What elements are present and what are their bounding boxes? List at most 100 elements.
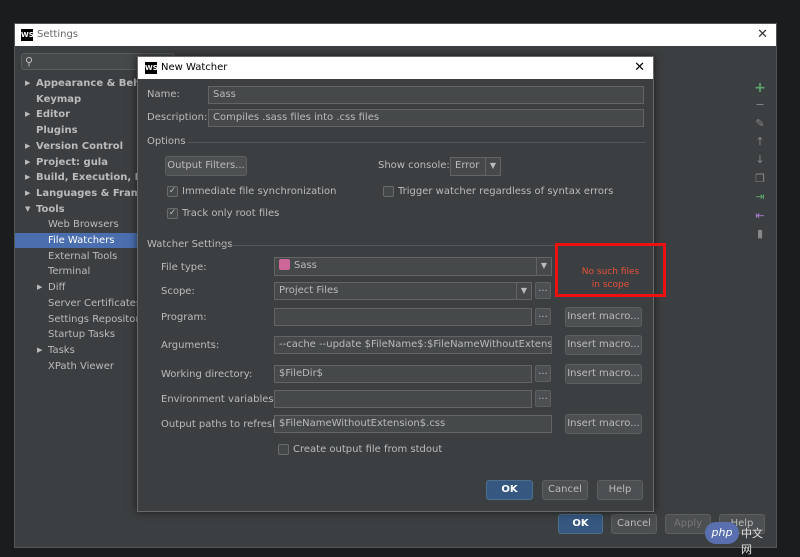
remove-icon[interactable]: − (753, 98, 767, 111)
program-field[interactable] (274, 308, 532, 326)
webstorm-logo-icon: WS (145, 62, 158, 74)
environment-variables-browse-button[interactable]: ... (535, 390, 551, 407)
working-directory-field[interactable]: $FileDir$ (274, 365, 532, 383)
close-icon[interactable]: ✕ (757, 27, 768, 42)
track-root-checkbox[interactable]: ✓ (167, 208, 178, 219)
tree-item-label: Project: gula (36, 156, 108, 168)
tree-item-label: Appearance & Behavior (36, 78, 139, 89)
tree-item-label: Startup Tasks (48, 329, 116, 341)
help-button[interactable]: Help (597, 480, 643, 500)
tree-item[interactable]: Keymap (15, 92, 139, 107)
tree-item[interactable]: Server Certificates (15, 296, 139, 311)
tree-item[interactable]: File Watchers (15, 233, 139, 248)
import-icon[interactable]: ⇥ (753, 190, 767, 203)
dialog-title: New Watcher (161, 62, 228, 73)
export-icon[interactable]: ⇤ (753, 209, 767, 222)
sass-file-icon (279, 259, 290, 270)
arguments-insert-macro-button[interactable]: Insert macro... (565, 335, 642, 355)
show-console-label: Show console: (378, 160, 450, 171)
tree-item[interactable]: ▶ Build, Execution, Deployment (15, 170, 139, 185)
tree-item[interactable]: ▶ Version Control (15, 139, 139, 154)
show-console-select[interactable]: Error ▼ (450, 157, 501, 176)
tree-item[interactable]: ▶ Tasks (15, 343, 139, 358)
file-type-value: Sass (294, 260, 317, 271)
file-type-label: File type: (161, 262, 207, 273)
tree-item-label: XPath Viewer (48, 360, 114, 372)
settings-ok-button[interactable]: OK (558, 514, 603, 534)
settings-cancel-button[interactable]: Cancel (611, 514, 657, 534)
move-up-icon[interactable]: ↑ (753, 135, 767, 148)
name-field[interactable]: Sass (208, 86, 644, 104)
name-label: Name: (147, 89, 180, 100)
arguments-label: Arguments: (161, 340, 220, 351)
watermark-text: 中文网 (741, 527, 763, 556)
watermark-logo: php (705, 522, 739, 544)
immediate-sync-label: Immediate file synchronization (182, 186, 337, 197)
tree-item[interactable]: ▼ Tools (15, 202, 139, 217)
chevron-right-icon[interactable]: ▶ (37, 343, 42, 358)
create-output-checkbox[interactable] (278, 444, 289, 455)
tree-item[interactable]: Settings Repository (15, 312, 139, 327)
chevron-right-icon[interactable]: ▶ (25, 107, 30, 122)
annotation-box: No such files in scope (555, 243, 666, 297)
tree-item[interactable]: ▶ Diff (15, 280, 139, 295)
scope-select[interactable]: Project Files ▼ (274, 282, 532, 300)
output-paths-insert-macro-button[interactable]: Insert macro... (565, 414, 642, 434)
chevron-right-icon[interactable]: ▶ (25, 76, 30, 91)
annotation-line-2: in scope (591, 280, 630, 290)
program-browse-button[interactable]: ... (535, 308, 551, 325)
file-type-select[interactable]: Sass ▼ (274, 257, 552, 276)
working-directory-insert-macro-button[interactable]: Insert macro... (565, 364, 642, 384)
tree-item[interactable]: ▶ Appearance & Behavior (15, 76, 139, 91)
immediate-sync-checkbox[interactable]: ✓ (167, 186, 178, 197)
delete-icon[interactable]: ▮ (753, 227, 767, 240)
copy-icon[interactable]: ❐ (753, 172, 767, 185)
tree-item-label: Editor (36, 109, 70, 121)
trigger-watcher-checkbox[interactable] (383, 186, 394, 197)
tree-item-label: Diff (48, 282, 66, 294)
tree-item[interactable]: ▶ Languages & Frameworks (15, 186, 139, 201)
settings-title: Settings (37, 29, 79, 40)
output-paths-field[interactable]: $FileNameWithoutExtension$.css (274, 415, 552, 433)
tree-item-label: Settings Repository (48, 313, 139, 325)
tree-item-label: External Tools (48, 250, 118, 262)
chevron-right-icon[interactable]: ▶ (37, 280, 42, 295)
chevron-down-icon[interactable]: ▼ (25, 202, 30, 217)
tree-item-label: Version Control (36, 140, 124, 152)
tree-item-label: Tasks (48, 344, 75, 356)
program-insert-macro-button[interactable]: Insert macro... (565, 307, 642, 327)
edit-icon[interactable]: ✎ (753, 117, 767, 130)
tree-item[interactable]: Plugins (15, 123, 139, 138)
tree-item[interactable]: ▶ Editor (15, 107, 139, 122)
tree-item[interactable]: External Tools (15, 249, 139, 264)
cancel-button[interactable]: Cancel (542, 480, 588, 500)
tree-item[interactable]: Web Browsers (15, 217, 139, 232)
working-directory-browse-button[interactable]: ... (535, 365, 551, 382)
environment-variables-field[interactable] (274, 390, 532, 408)
search-icon: ⚲ (25, 55, 34, 68)
chevron-down-icon: ▼ (536, 258, 551, 275)
annotation-line-1: No such files (581, 267, 640, 277)
tree-item[interactable]: Startup Tasks (15, 327, 139, 342)
description-field[interactable]: Compiles .sass files into .css files (208, 109, 644, 127)
options-header: Options (147, 136, 186, 147)
chevron-right-icon[interactable]: ▶ (25, 139, 30, 154)
tree-item[interactable]: Terminal (15, 264, 139, 279)
tree-item[interactable]: XPath Viewer (15, 359, 139, 374)
arguments-field[interactable]: --cache --update $FileName$:$FileNameWit… (274, 336, 552, 354)
close-icon[interactable]: ✕ (634, 60, 645, 75)
tree-item-label: Languages & Frameworks (36, 187, 139, 199)
chevron-right-icon[interactable]: ▶ (25, 170, 30, 185)
output-filters-button[interactable]: Output Filters... (165, 156, 247, 176)
chevron-right-icon[interactable]: ▶ (25, 155, 30, 170)
chevron-right-icon[interactable]: ▶ (25, 186, 30, 201)
scope-browse-button[interactable]: ... (535, 282, 551, 299)
move-down-icon[interactable]: ↓ (753, 153, 767, 166)
add-icon[interactable]: + (753, 80, 767, 96)
working-directory-label: Working directory: (161, 369, 253, 380)
tree-item-label: Plugins (36, 125, 78, 137)
tree-item[interactable]: ▶ Project: gula (15, 155, 139, 170)
options-separator (188, 142, 646, 143)
ok-button[interactable]: OK (486, 480, 533, 500)
tree-item-label: Tools (36, 203, 65, 215)
